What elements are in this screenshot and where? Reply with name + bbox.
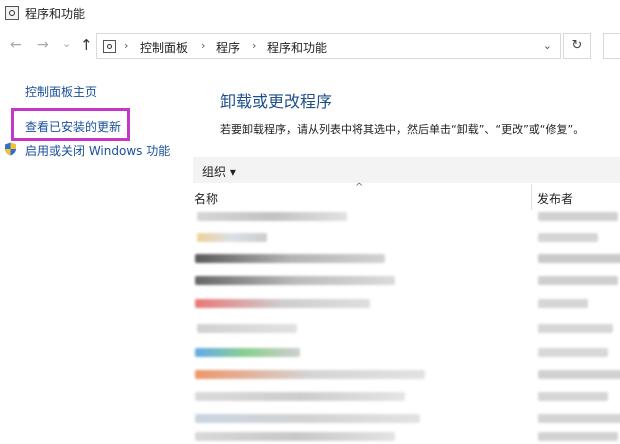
navigation-bar: ← → ⌄ ↑ › 控制面板 › 程序 › 程序和功能 ⌄ ↻ [0,27,620,65]
organize-menu-button[interactable]: 组织 ▾ [202,163,236,180]
forward-button[interactable]: → [37,37,49,53]
window-title: 程序和功能 [25,7,86,21]
page-title: 卸载或更改程序 [220,92,333,111]
breadcrumb-separator[interactable]: › [252,39,256,52]
back-button[interactable]: ← [10,37,22,53]
breadcrumb-separator[interactable]: › [201,39,205,52]
breadcrumb-programs[interactable]: 程序 [216,39,240,56]
address-bar[interactable]: › 控制面板 › 程序 › 程序和功能 ⌄ [96,33,561,59]
breadcrumb-control-panel[interactable]: 控制面板 [140,39,188,56]
title-bar: 程序和功能 [0,0,620,27]
recent-locations-button[interactable]: ⌄ [62,37,71,50]
control-panel-icon [103,40,116,53]
sidebar-item-windows-features[interactable]: 启用或关闭 Windows 功能 [25,142,170,159]
breadcrumb-separator[interactable]: › [124,39,128,52]
sidebar-item-control-panel-home[interactable]: 控制面板主页 [25,83,97,100]
column-divider[interactable] [531,184,532,210]
refresh-button[interactable]: ↻ [563,33,591,59]
up-button[interactable]: ↑ [80,36,93,54]
toolbar: 组织 ▾ [193,157,620,183]
address-dropdown-icon[interactable]: ⌄ [543,39,552,52]
column-header-name[interactable]: 名称 [194,190,218,207]
page-description: 若要卸载程序，请从列表中将其选中，然后单击“卸载”、“更改”或“修复”。 [220,123,585,136]
highlight-annotation [11,108,130,141]
shield-icon [5,142,16,156]
search-input[interactable] [603,33,620,59]
sort-ascending-icon: ^ [355,182,364,193]
column-header-publisher[interactable]: 发布者 [537,190,573,207]
breadcrumb-programs-features[interactable]: 程序和功能 [267,39,327,56]
programs-features-icon [5,6,19,20]
